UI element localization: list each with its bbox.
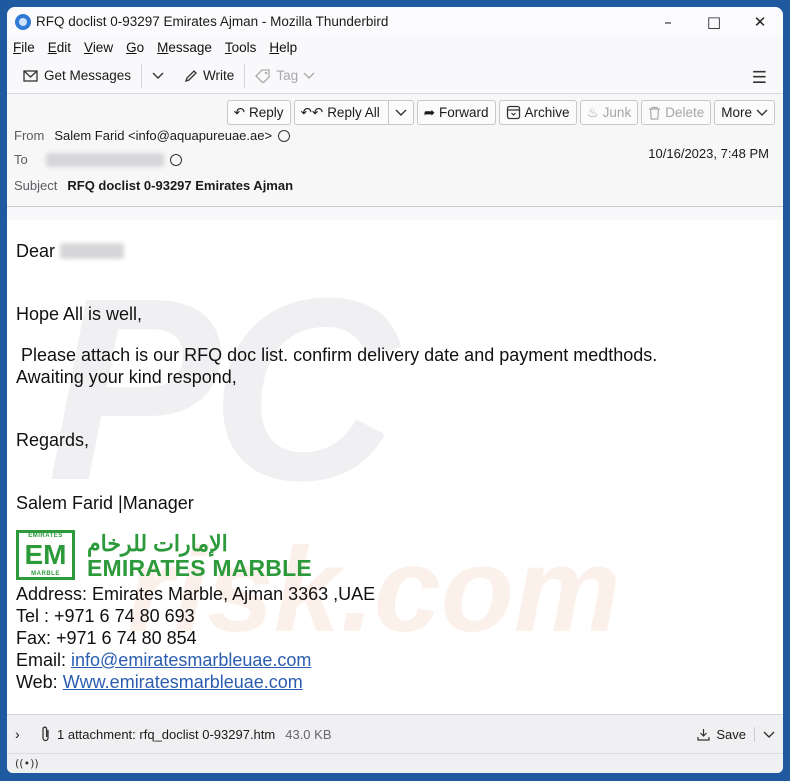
reply-all-button[interactable]: ↶↶ Reply All [293, 100, 414, 125]
save-attachment-dropdown[interactable] [755, 727, 783, 742]
tag-icon [255, 68, 270, 83]
save-attachment-button[interactable]: Save [697, 726, 755, 742]
toolbar-separator [244, 63, 246, 88]
menu-help[interactable]: Help [269, 40, 297, 55]
reply-all-dropdown[interactable] [387, 101, 407, 124]
chevron-down-icon [395, 109, 407, 116]
menu-view[interactable]: View [84, 40, 113, 55]
reply-icon: ↶ [233, 104, 246, 120]
signature-name: Salem Farid |Manager [16, 493, 194, 513]
attachment-bar: › 1 attachment: rfq_doclist 0-93297.htm … [7, 714, 783, 754]
delete-button[interactable]: Delete [641, 100, 712, 125]
message-date: 10/16/2023, 7:48 PM [648, 146, 769, 161]
subject-text: RFQ doclist 0-93297 Emirates Ajman [67, 178, 294, 193]
window-title: RFQ doclist 0-93297 Emirates Ajman - Moz… [36, 14, 389, 29]
more-button[interactable]: More [714, 100, 775, 125]
email-link[interactable]: info@emiratesmarbleuae.com [71, 650, 311, 670]
write-button[interactable]: Write [178, 62, 240, 90]
thunderbird-window: RFQ doclist 0-93297 Emirates Ajman - Moz… [7, 7, 783, 773]
signature-tel: Tel : +971 6 74 80 693 [16, 606, 195, 626]
message-header: ↶ Reply ↶↶ Reply All ➦ Forward Archive ♨… [7, 94, 783, 207]
from-row: From Salem Farid <info@aquapureuae.ae> [14, 128, 291, 143]
get-messages-button[interactable]: Get Messages [17, 62, 137, 90]
toolbar-separator [141, 63, 143, 88]
close-icon[interactable]: ✕ [737, 7, 783, 36]
message-body: PC risk.com Dear Hope All is well, Pleas… [7, 220, 783, 714]
junk-button[interactable]: ♨ Junk [579, 100, 639, 125]
main-toolbar: Get Messages Write Tag ☰ [7, 58, 783, 94]
message-actions: ↶ Reply ↶↶ Reply All ➦ Forward Archive ♨… [226, 100, 775, 125]
body-line-request: Please attach is our RFQ doc list. confi… [16, 345, 658, 365]
website-link[interactable]: Www.emiratesmarbleuae.com [63, 672, 303, 692]
attachment-summary[interactable]: 1 attachment: rfq_doclist 0-93297.htm [57, 727, 275, 742]
pencil-icon [185, 69, 197, 82]
menu-bar: File Edit View Go Message Tools Help [7, 36, 783, 58]
maximize-icon[interactable]: □ [691, 7, 737, 36]
expand-attachments-chevron-icon[interactable]: › [15, 726, 31, 742]
recipient-name-redacted [60, 243, 125, 259]
window-controls: – □ ✕ [645, 7, 783, 36]
menu-edit[interactable]: Edit [48, 40, 71, 55]
logo-text: الإمارات للرخام EMIRATES MARBLE [87, 531, 312, 581]
paperclip-icon [42, 726, 49, 742]
to-address-redacted[interactable] [45, 152, 164, 167]
title-bar: RFQ doclist 0-93297 Emirates Ajman - Moz… [7, 7, 783, 36]
body-regards: Regards, [16, 430, 90, 450]
greeting: Dear [16, 241, 125, 262]
signature-email-row: Email: info@emiratesmarbleuae.com [16, 650, 312, 670]
company-logo: EMIRATES EM MARBLE الإمارات للرخام EMIRA… [16, 530, 312, 580]
contact-icon[interactable] [278, 129, 291, 142]
reply-button[interactable]: ↶ Reply [226, 100, 291, 125]
hamburger-menu-icon[interactable]: ☰ [752, 68, 767, 88]
archive-button[interactable]: Archive [498, 100, 577, 125]
download-icon [697, 728, 710, 741]
chevron-down-icon [303, 72, 315, 79]
contact-icon[interactable] [169, 153, 182, 166]
status-bar: ((•)) [7, 754, 783, 773]
minimize-icon[interactable]: – [645, 7, 691, 36]
junk-flame-icon: ♨ [586, 104, 599, 120]
from-address[interactable]: Salem Farid <info@aquapureuae.ae> [54, 128, 272, 143]
to-row: To [14, 152, 182, 167]
forward-button[interactable]: ➦ Forward [416, 100, 496, 125]
tag-button[interactable]: Tag [249, 62, 321, 90]
menu-go[interactable]: Go [126, 40, 144, 55]
signature-web-row: Web: Www.emiratesmarbleuae.com [16, 672, 303, 692]
get-messages-dropdown[interactable] [146, 62, 170, 90]
watermark-pc: PC [47, 245, 398, 535]
subject-row: Subject RFQ doclist 0-93297 Emirates Ajm… [14, 178, 294, 193]
chevron-down-icon [756, 109, 768, 116]
menu-message[interactable]: Message [157, 40, 212, 55]
signature-fax: Fax: +971 6 74 80 854 [16, 628, 197, 648]
menu-file[interactable]: File [13, 40, 35, 55]
em-logo-box: EMIRATES EM MARBLE [16, 530, 75, 580]
attachment-size: 43.0 KB [285, 726, 332, 742]
connection-status-icon[interactable]: ((•)) [15, 757, 39, 770]
trash-icon [649, 106, 661, 120]
body-line-hope: Hope All is well, [16, 304, 143, 324]
menu-tools[interactable]: Tools [225, 40, 257, 55]
signature-address: Address: Emirates Marble, Ajman 3363 ,UA… [16, 584, 376, 604]
thunderbird-logo-icon [15, 13, 31, 30]
archive-icon [506, 105, 520, 120]
chevron-down-icon [763, 731, 775, 738]
body-line-awaiting: Awaiting your kind respond, [16, 367, 237, 387]
reply-all-icon: ↶↶ [300, 104, 324, 120]
forward-icon: ➦ [423, 104, 436, 120]
chevron-down-icon [152, 72, 164, 79]
envelope-download-icon [23, 69, 38, 82]
